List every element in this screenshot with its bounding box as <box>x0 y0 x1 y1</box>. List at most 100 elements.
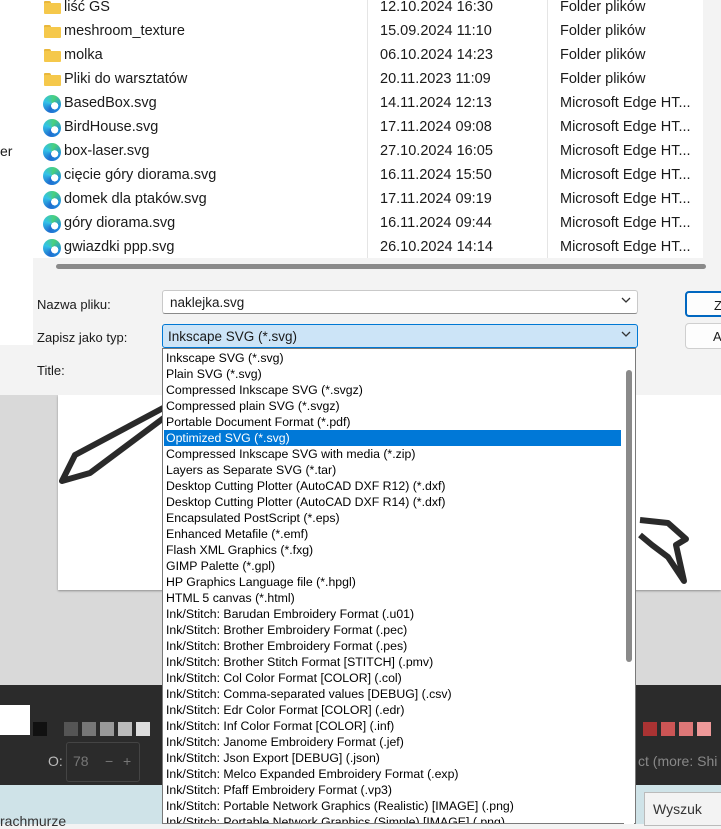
palette-swatch[interactable] <box>661 722 675 736</box>
file-name: meshroom_texture <box>64 23 185 39</box>
horizontal-scrollbar[interactable] <box>56 264 706 269</box>
filetype-option[interactable]: HTML 5 canvas (*.html) <box>164 590 621 606</box>
file-type: Microsoft Edge HT... <box>560 143 691 159</box>
filetype-option[interactable]: Layers as Separate SVG (*.tar) <box>164 462 621 478</box>
filetype-option[interactable]: Ink/Stitch: Portable Network Graphics (S… <box>164 814 621 823</box>
file-name: cięcie góry diorama.svg <box>64 167 217 183</box>
filetype-dropdown-list[interactable]: Inkscape SVG (*.svg) Plain SVG (*.svg) Com… <box>162 348 636 824</box>
opacity-minus-button[interactable]: − <box>105 753 113 769</box>
filetype-option[interactable]: Optimized SVG (*.svg) <box>164 430 621 446</box>
file-row[interactable]: BasedBox.svg 14.11.2024 12:13 Microsoft Ed… <box>40 92 700 116</box>
filetype-value: Inkscape SVG (*.svg) <box>168 329 298 344</box>
palette-white-swatch[interactable] <box>0 705 30 735</box>
filetype-option[interactable]: Ink/Stitch: Inf Color Format [COLOR] (.i… <box>164 718 621 734</box>
palette-swatch[interactable] <box>679 722 693 736</box>
palette-swatch[interactable] <box>82 722 96 736</box>
filetype-label: Zapisz jako typ: <box>37 330 128 345</box>
filename-label: Nazwa pliku: <box>37 297 111 312</box>
file-type: Folder plików <box>560 71 646 87</box>
filetype-option[interactable]: Ink/Stitch: Col Color Format [COLOR] (.c… <box>164 670 621 686</box>
file-row[interactable]: box-laser.svg 27.10.2024 16:05 Microsoft E… <box>40 140 700 164</box>
file-row[interactable]: Pliki do warsztatów 20.11.2023 11:09 Folde… <box>40 68 700 92</box>
palette-swatch[interactable] <box>33 722 47 736</box>
filetype-option[interactable]: Ink/Stitch: Brother Embroidery Format (.… <box>164 638 621 654</box>
save-button[interactable]: Z <box>685 291 721 317</box>
palette-swatch[interactable] <box>100 722 114 736</box>
file-row[interactable]: domek dla ptaków.svg 17.11.2024 09:19 Micr… <box>40 188 700 212</box>
filetype-option[interactable]: Compressed plain SVG (*.svgz) <box>164 398 621 414</box>
chevron-down-icon[interactable] <box>621 329 631 339</box>
filetype-option[interactable]: Ink/Stitch: Barudan Embroidery Format (.… <box>164 606 621 622</box>
file-row[interactable]: meshroom_texture 15.09.2024 11:10 Folder p… <box>40 20 700 44</box>
navigation-pane[interactable]: er <box>0 0 33 345</box>
filetype-option[interactable]: Desktop Cutting Plotter (AutoCAD DXF R14… <box>164 494 621 510</box>
drawing-stroke-left <box>59 404 167 484</box>
folder-icon <box>44 49 61 62</box>
file-type: Microsoft Edge HT... <box>560 119 691 135</box>
navigation-item-fragment[interactable]: er <box>0 143 12 159</box>
file-row[interactable]: BirdHouse.svg 17.11.2024 09:08 Microsoft E… <box>40 116 700 140</box>
filetype-option[interactable]: Ink/Stitch: Janome Embroidery Format (.j… <box>164 734 621 750</box>
opacity-label: O: <box>48 753 63 769</box>
file-date: 26.10.2024 14:14 <box>380 239 493 255</box>
filetype-option[interactable]: Ink/Stitch: Melco Expanded Embroidery Fo… <box>164 766 621 782</box>
file-date: 16.11.2024 09:44 <box>380 215 492 231</box>
filetype-option[interactable]: HP Graphics Language file (*.hpgl) <box>164 574 621 590</box>
edge-icon <box>43 119 61 137</box>
file-list-scrollbar[interactable] <box>703 0 721 258</box>
filetype-option[interactable]: Flash XML Graphics (*.fxg) <box>164 542 621 558</box>
file-name: liść GS <box>64 0 110 15</box>
drawing-stroke-right <box>638 517 689 584</box>
filetype-option[interactable]: Ink/Stitch: Brother Embroidery Format (.… <box>164 622 621 638</box>
filetype-option[interactable]: Enhanced Metafile (*.emf) <box>164 526 621 542</box>
filetype-select[interactable]: Inkscape SVG (*.svg) <box>162 324 638 348</box>
filetype-option[interactable]: Ink/Stitch: Pfaff Embroidery Format (.vp… <box>164 782 621 798</box>
file-name: domek dla ptaków.svg <box>64 191 207 207</box>
palette-swatch[interactable] <box>697 722 711 736</box>
filetype-option[interactable]: Portable Document Format (*.pdf) <box>164 414 621 430</box>
filename-input[interactable]: naklejka.svg <box>162 290 638 314</box>
filetype-option[interactable]: GIMP Palette (*.gpl) <box>164 558 621 574</box>
opacity-spinbox[interactable]: 78 − + <box>66 742 140 782</box>
palette-swatch[interactable] <box>136 722 150 736</box>
file-row[interactable]: góry diorama.svg 16.11.2024 09:44 Microsof… <box>40 212 700 236</box>
filetype-option[interactable]: Compressed Inkscape SVG with media (*.zi… <box>164 446 621 462</box>
filetype-option[interactable]: Inkscape SVG (*.svg) <box>164 350 621 366</box>
filetype-option[interactable]: Encapsulated PostScript (*.eps) <box>164 510 621 526</box>
opacity-plus-button[interactable]: + <box>123 753 131 769</box>
taskbar-text: rachmurze <box>0 813 67 829</box>
folder-icon <box>44 25 61 38</box>
filetype-option[interactable]: Desktop Cutting Plotter (AutoCAD DXF R12… <box>164 478 621 494</box>
file-type: Folder plików <box>560 0 646 15</box>
filetype-option[interactable]: Ink/Stitch: Portable Network Graphics (R… <box>164 798 621 814</box>
file-name: molka <box>64 47 103 63</box>
chevron-down-icon[interactable] <box>621 295 631 305</box>
file-row[interactable]: gwiazdki ppp.svg 26.10.2024 14:14 Microsof… <box>40 236 700 260</box>
edge-icon <box>43 215 61 233</box>
filetype-option[interactable]: Ink/Stitch: Json Export [DEBUG] (.json) <box>164 750 621 766</box>
filetype-option[interactable]: Compressed Inkscape SVG (*.svgz) <box>164 382 621 398</box>
file-type: Folder plików <box>560 23 646 39</box>
edge-icon <box>43 167 61 185</box>
filetype-option[interactable]: Plain SVG (*.svg) <box>164 366 621 382</box>
palette-swatch[interactable] <box>118 722 132 736</box>
cancel-button[interactable]: A <box>685 323 721 349</box>
palette-swatch[interactable] <box>64 722 78 736</box>
file-date: 17.11.2024 09:19 <box>380 191 492 207</box>
file-type: Microsoft Edge HT... <box>560 215 691 231</box>
filetype-option[interactable]: Ink/Stitch: Brother Stitch Format [STITC… <box>164 654 621 670</box>
file-name: BasedBox.svg <box>64 95 157 111</box>
edge-icon <box>43 191 61 209</box>
file-name: gwiazdki ppp.svg <box>64 239 175 255</box>
palette-swatch[interactable] <box>643 722 657 736</box>
file-row[interactable]: cięcie góry diorama.svg 16.11.2024 15:50 M… <box>40 164 700 188</box>
filetype-option[interactable]: Ink/Stitch: Edr Color Format [COLOR] (.e… <box>164 702 621 718</box>
dropdown-scrollbar-thumb[interactable] <box>626 370 632 662</box>
search-box-text: Wyszuk <box>653 801 702 817</box>
opacity-value: 78 <box>73 753 89 769</box>
file-row[interactable]: molka 06.10.2024 14:23 Folder plików <box>40 44 700 68</box>
filetype-option[interactable]: Ink/Stitch: Comma-separated values [DEBU… <box>164 686 621 702</box>
file-row[interactable]: liść GS 12.10.2024 16:30 Folder plików <box>40 0 700 20</box>
file-date: 27.10.2024 16:05 <box>380 143 493 159</box>
search-box[interactable]: Wyszuk <box>644 792 721 826</box>
